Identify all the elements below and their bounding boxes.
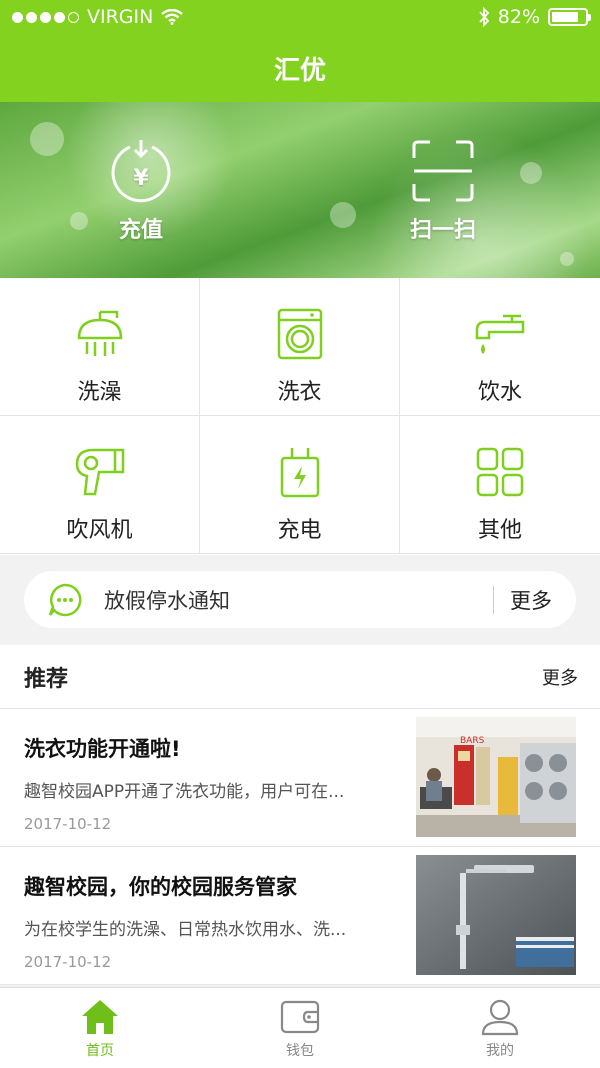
recharge-label: 充值 [118,218,163,243]
battery-icon [548,8,591,26]
hero-banner: ¥ 充值 扫一扫 [0,102,600,278]
message-icon [48,583,82,616]
article-thumbnail-laundromat: BARS [416,717,576,837]
nav-bar: 汇优 [0,34,600,102]
grid-icon [476,447,524,497]
svg-text:¥: ¥ [133,166,149,191]
status-right: 82% [478,6,591,28]
tab-wallet[interactable]: 钱包 [200,988,400,1068]
article-item[interactable]: 洗衣功能开通啦! 趣智校园APP开通了洗衣功能，用户可在... 2017-10-… [0,709,600,847]
service-other[interactable]: 其他 [400,416,600,554]
service-label: 饮水 [477,380,522,405]
article-summary: 趣智校园APP开通了洗衣功能，用户可在... [24,782,345,802]
tab-profile[interactable]: 我的 [400,988,600,1068]
service-label: 其他 [477,518,522,543]
notice-more-link[interactable]: 更多 [510,585,552,615]
article-title: 趣智校园，你的校园服务管家 [24,875,297,899]
washing-machine-icon [277,308,322,360]
recharge-icon: ¥ [111,140,171,203]
signal-strength-icon [12,11,79,23]
scan-icon [412,140,474,202]
service-grid: 洗澡 洗衣 饮水 吹风机 充电 其他 [0,278,600,555]
notice-text[interactable]: 放假停水通知 [104,585,493,615]
charger-icon [280,448,319,498]
service-charging[interactable]: 充电 [200,416,400,554]
service-water[interactable]: 饮水 [400,278,600,416]
recommend-title: 推荐 [24,666,69,692]
notice-bar[interactable]: 放假停水通知 更多 [24,571,576,628]
service-label: 洗衣 [277,380,322,405]
tab-bar: 首页 钱包 我的 [0,987,600,1068]
article-thumbnail-shower [416,855,576,975]
service-label: 吹风机 [66,518,133,543]
faucet-icon [475,314,525,354]
hair-dryer-icon [75,448,124,496]
battery-percent: 82% [497,6,540,28]
tab-label: 钱包 [286,1043,314,1059]
service-laundry[interactable]: 洗衣 [200,278,400,416]
service-hairdryer[interactable]: 吹风机 [0,416,200,554]
article-title: 洗衣功能开通啦! [24,737,181,761]
recommend-more-link[interactable]: 更多 [542,664,578,690]
home-icon [82,1000,118,1034]
bluetooth-icon [479,7,490,27]
tab-home[interactable]: 首页 [0,988,200,1068]
status-left: VIRGIN [12,6,184,28]
article-date: 2017-10-12 [24,953,112,971]
article-summary: 为在校学生的洗澡、日常热水饮用水、洗... [24,920,347,940]
shower-icon [77,310,122,356]
status-bar: VIRGIN 82% [0,0,600,34]
article-item[interactable]: 趣智校园，你的校园服务管家 为在校学生的洗澡、日常热水饮用水、洗... 2017… [0,847,600,985]
service-label: 洗澡 [77,380,122,405]
svg-text:BARS: BARS [460,736,485,746]
tab-label: 首页 [86,1043,114,1059]
service-label: 充电 [277,518,322,543]
carrier-name: VIRGIN [87,6,154,28]
recharge-button[interactable]: ¥ 充值 [108,138,174,244]
wallet-icon [280,1000,320,1034]
service-shower[interactable]: 洗澡 [0,278,200,416]
recommend-header: 推荐 更多 [0,645,600,709]
article-date: 2017-10-12 [24,815,112,833]
scan-button[interactable]: 扫一扫 [410,138,476,244]
scan-label: 扫一扫 [410,218,477,243]
wifi-icon [161,9,184,25]
tab-label: 我的 [486,1043,514,1059]
page-title: 汇优 [273,55,326,86]
user-icon [481,999,519,1036]
notice-divider [493,585,494,614]
